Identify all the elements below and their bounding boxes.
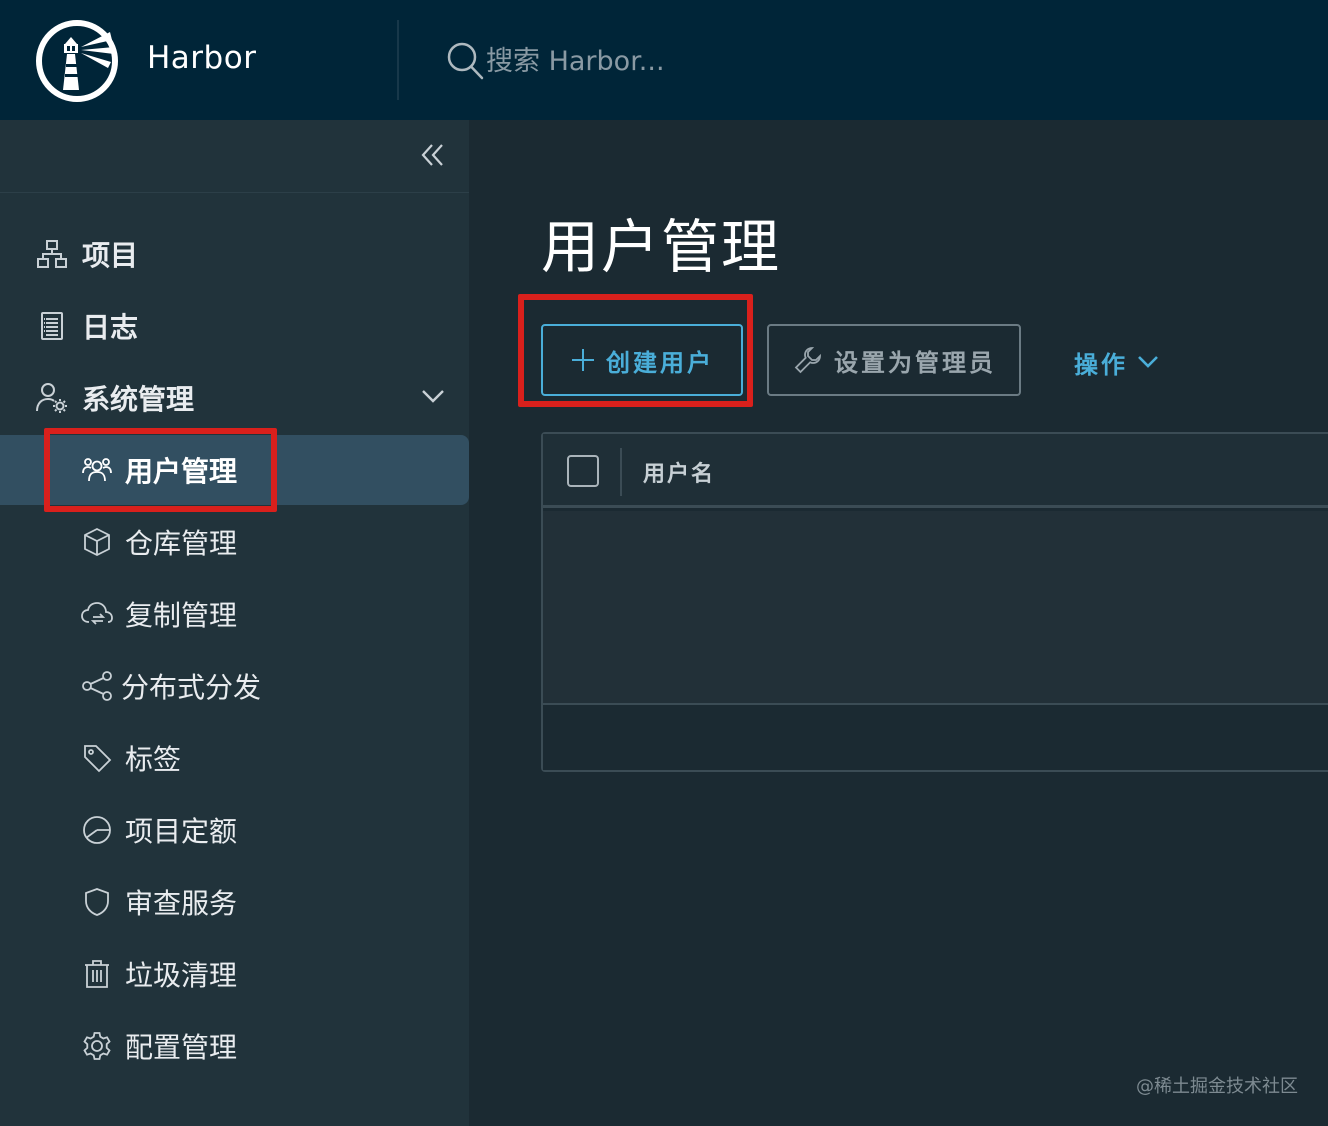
highlight-create-user: [518, 294, 753, 407]
column-header-username[interactable]: 用户名: [643, 456, 715, 488]
admin-settings-icon: [35, 381, 69, 415]
projects-icon: [35, 237, 69, 271]
cloud-sync-icon: [80, 597, 114, 631]
highlight-user-management: [44, 428, 277, 512]
shield-icon: [80, 885, 114, 919]
sidebar-item-label: 日志: [82, 311, 139, 344]
page-title: 用户管理: [541, 213, 782, 281]
search-input[interactable]: [486, 41, 906, 81]
sidebar-item-scanners[interactable]: 审查服务: [0, 867, 469, 937]
datagrid-footer: [543, 707, 1328, 770]
select-all-checkbox[interactable]: [567, 455, 599, 487]
sidebar-item-label: 配置管理: [125, 1031, 238, 1064]
harbor-logo-icon[interactable]: [36, 20, 118, 102]
trash-icon: [80, 957, 114, 991]
sidebar-item-project-quotas[interactable]: 项目定额: [0, 795, 469, 865]
sidebar-item-configuration[interactable]: 配置管理: [0, 1011, 469, 1081]
logs-icon: [35, 309, 69, 343]
double-chevron-left-icon[interactable]: [418, 140, 448, 170]
gear-icon: [80, 1029, 114, 1063]
sidebar-item-projects[interactable]: 项目: [0, 219, 469, 289]
watermark: @稀土掘金技术社区: [1136, 1076, 1298, 1097]
tag-icon: [80, 741, 114, 775]
box-icon: [80, 525, 114, 559]
sidebar-item-label: 标签: [125, 743, 182, 776]
wrench-icon: [792, 344, 824, 376]
sidebar-item-repository-management[interactable]: 仓库管理: [0, 507, 469, 577]
sidebar-item-replication-management[interactable]: 复制管理: [0, 579, 469, 649]
search-icon: [447, 42, 484, 80]
set-as-admin-button[interactable]: 设置为管理员: [767, 324, 1021, 396]
sidebar-item-labels[interactable]: 标签: [0, 723, 469, 793]
sidebar-item-system-admin[interactable]: 系统管理: [0, 363, 469, 433]
sidebar-item-label: 垃圾清理: [125, 959, 238, 992]
chevron-down-icon[interactable]: [420, 383, 446, 409]
global-search[interactable]: [446, 38, 946, 84]
sidebar-item-label: 系统管理: [82, 383, 195, 416]
sidebar-item-label: 复制管理: [125, 599, 238, 632]
sidebar-item-label: 分布式分发: [121, 671, 262, 704]
brand-name[interactable]: Harbor: [147, 40, 256, 76]
share-icon: [80, 669, 114, 703]
actions-dropdown[interactable]: 操作: [1074, 342, 1160, 382]
sidebar-item-label: 仓库管理: [125, 527, 238, 560]
sidebar-divider: [0, 192, 469, 193]
set-as-admin-label: 设置为管理员: [834, 348, 996, 377]
sidebar-item-label: 项目定额: [125, 815, 238, 848]
datagrid-header: 用户名: [543, 434, 1328, 508]
column-separator: [620, 448, 622, 496]
datagrid-body: [543, 511, 1328, 705]
top-header: Harbor: [0, 0, 1328, 120]
sidebar-item-label: 审查服务: [125, 887, 238, 920]
sidebar-item-logs[interactable]: 日志: [0, 291, 469, 361]
chevron-down-icon: [1138, 356, 1158, 368]
sidebar-item-garbage-collection[interactable]: 垃圾清理: [0, 939, 469, 1009]
sidebar-item-label: 项目: [82, 239, 139, 272]
header-divider: [397, 20, 399, 100]
quota-icon: [80, 813, 114, 847]
sidebar-item-distribution[interactable]: 分布式分发: [0, 651, 469, 721]
users-datagrid: 用户名: [541, 432, 1328, 772]
actions-label: 操作: [1074, 350, 1128, 379]
